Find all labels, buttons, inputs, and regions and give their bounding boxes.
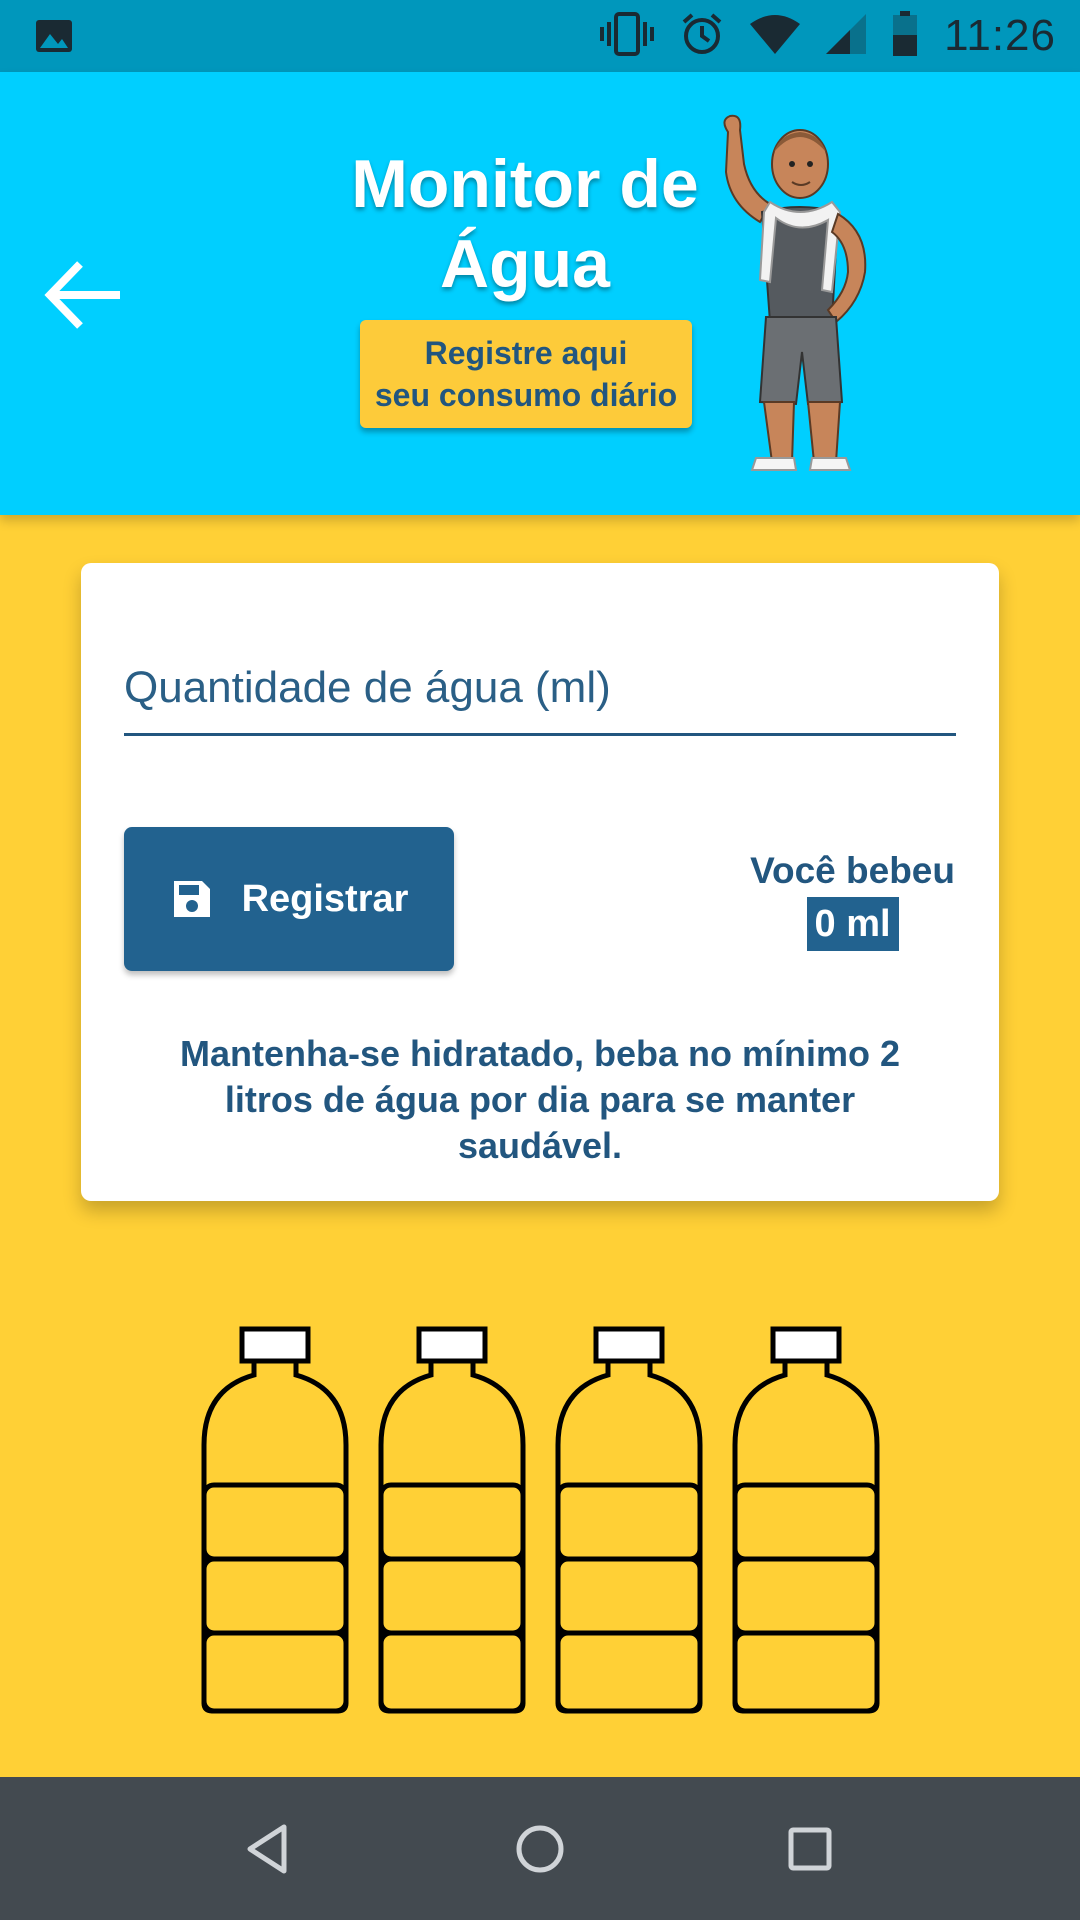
alarm-icon xyxy=(680,12,724,61)
vibrate-icon xyxy=(600,11,655,61)
bottle-icon xyxy=(732,1326,880,1714)
nav-home-icon[interactable] xyxy=(508,1817,572,1881)
status-bar: 11:26 xyxy=(0,0,1080,72)
bottles-progress xyxy=(200,1325,890,1715)
app-header: Monitor de Água Registre aqui seu consum… xyxy=(0,72,1080,515)
register-button[interactable]: Registrar xyxy=(124,827,454,971)
subtitle-badge: Registre aqui seu consumo diário xyxy=(360,320,692,428)
drank-label: Você bebeu xyxy=(750,850,955,891)
wifi-icon xyxy=(750,14,801,59)
bottle-icon xyxy=(201,1326,349,1714)
back-arrow-icon xyxy=(44,261,120,329)
drank-summary: Você bebeu 0 ml xyxy=(750,849,955,951)
title-line-2: Água xyxy=(440,226,610,302)
signal-icon xyxy=(826,13,867,59)
save-icon xyxy=(173,881,210,917)
drank-value: 0 ml xyxy=(806,897,899,951)
battery-icon xyxy=(892,10,918,62)
status-time: 11:26 xyxy=(944,11,1056,60)
subtitle-line-1: Registre aqui xyxy=(424,335,628,371)
page-title: Monitor de Água xyxy=(330,144,720,304)
fitness-mascot-illustration xyxy=(723,114,867,471)
register-button-label: Registrar xyxy=(241,877,409,920)
hydration-tip: Mantenha-se hidratado, beba no mínimo 2 … xyxy=(179,1033,901,1166)
system-nav-bar xyxy=(0,1777,1080,1920)
nav-recents-icon[interactable] xyxy=(778,1817,842,1881)
bottle-icon xyxy=(378,1326,526,1714)
nav-back-icon[interactable] xyxy=(238,1817,302,1881)
title-line-1: Monitor de xyxy=(351,146,699,222)
image-icon xyxy=(34,16,74,61)
back-button[interactable] xyxy=(40,250,130,340)
water-register-card: Registrar Você bebeu 0 ml Mantenha-se hi… xyxy=(81,563,999,1201)
water-quantity-input[interactable] xyxy=(124,643,956,736)
bottle-icon xyxy=(555,1326,703,1714)
subtitle-line-2: seu consumo diário xyxy=(374,377,678,413)
